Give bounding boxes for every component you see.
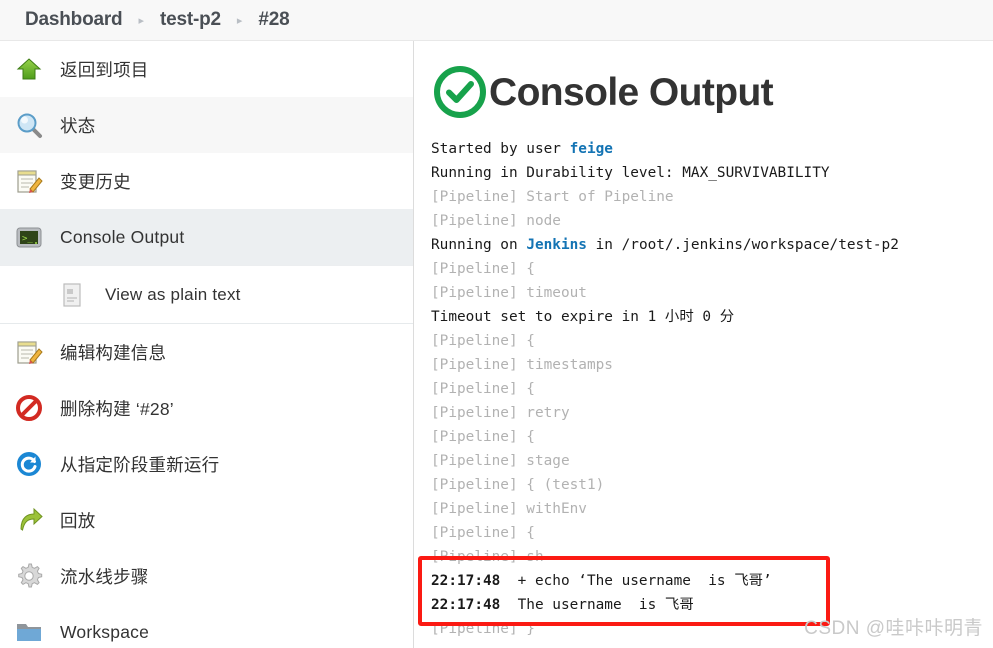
sidebar-item-label: Console Output xyxy=(60,226,185,247)
page-header: Console Output xyxy=(415,41,993,121)
sidebar-item-replay[interactable]: 回放 xyxy=(0,492,413,548)
breadcrumb: Dashboard ▸ test-p2 ▸ #28 xyxy=(0,0,993,41)
console-segment-plain: Running on xyxy=(431,237,527,253)
console-segment-dim: [Pipeline] { (test1) xyxy=(431,477,605,493)
console-segment-dim: [Pipeline] retry xyxy=(431,405,570,421)
svg-text:>_: >_ xyxy=(22,234,33,244)
console-line: [Pipeline] retry xyxy=(431,401,993,425)
console-segment-plain: Running in Durability level: MAX_SURVIVA… xyxy=(431,165,830,181)
console-line: [Pipeline] Start of Pipeline xyxy=(431,185,993,209)
terminal-icon: >_ xyxy=(14,222,44,252)
console-segment-ts: 22:17:48 xyxy=(431,597,501,613)
console-segment-plain: Timeout set to expire in 1 小时 0 分 xyxy=(431,309,735,325)
console-line: [Pipeline] timestamps xyxy=(431,353,993,377)
watermark-text: CSDN @哇咔咔明青 xyxy=(804,618,983,639)
console-segment-dim: [Pipeline] timestamps xyxy=(431,357,613,373)
page-root: Dashboard ▸ test-p2 ▸ #28 返回到项目 状态 变更历史 … xyxy=(0,0,993,648)
console-segment-plain: The username is 飞哥 xyxy=(500,597,694,613)
console-line: [Pipeline] { xyxy=(431,257,993,281)
sidebar-item-back-to-project[interactable]: 返回到项目 xyxy=(0,41,413,97)
console-line: [Pipeline] { (test1) xyxy=(431,473,993,497)
console-segment-dim: [Pipeline] { xyxy=(431,333,535,349)
main-content: Console Output Started by user feige Runn… xyxy=(415,41,993,648)
console-segment-link[interactable]: Jenkins xyxy=(526,237,587,253)
refresh-blue-icon xyxy=(14,449,44,479)
console-line: [Pipeline] withEnv xyxy=(431,497,993,521)
console-segment-ts: 22:17:48 xyxy=(431,573,501,589)
notepad-pencil-icon xyxy=(14,337,44,367)
breadcrumb-item-project[interactable]: test-p2 xyxy=(160,9,221,31)
sidebar-item-label: 编辑构建信息 xyxy=(60,342,167,363)
console-line: [Pipeline] timeout xyxy=(431,281,993,305)
up-arrow-green-icon xyxy=(14,54,44,84)
success-check-icon xyxy=(431,63,489,121)
console-segment-dim: [Pipeline] withEnv xyxy=(431,501,587,517)
breadcrumb-separator-icon: ▸ xyxy=(236,14,243,27)
sidebar-item-label: 返回到项目 xyxy=(60,59,149,80)
document-plain-icon xyxy=(57,280,87,310)
console-line: [Pipeline] { xyxy=(431,521,993,545)
sidebar: 返回到项目 状态 变更历史 >_ Console Output View as … xyxy=(0,41,414,648)
gear-icon xyxy=(14,561,44,591)
console-segment-dim: [Pipeline] { xyxy=(431,381,535,397)
sidebar-item-label: 删除构建 ‘#28’ xyxy=(60,398,174,419)
console-segment-plain: + echo ‘The username is 飞哥’ xyxy=(500,573,772,589)
sidebar-item-label: 从指定阶段重新运行 xyxy=(60,454,220,475)
magnifier-icon xyxy=(14,110,44,140)
console-line: [Pipeline] { xyxy=(431,377,993,401)
console-line: [Pipeline] stage xyxy=(431,449,993,473)
sidebar-item-label: View as plain text xyxy=(105,284,241,304)
sidebar-item-label: Workspace xyxy=(60,621,150,642)
sidebar-item-restart-from-stage[interactable]: 从指定阶段重新运行 xyxy=(0,436,413,492)
sidebar-subgroup-console: View as plain text xyxy=(0,265,413,324)
breadcrumb-item-build[interactable]: #28 xyxy=(258,9,289,31)
console-line: Running on Jenkins in /root/.jenkins/wor… xyxy=(431,233,993,257)
console-segment-dim: [Pipeline] } xyxy=(431,621,535,637)
sidebar-item-status[interactable]: 状态 xyxy=(0,97,413,153)
notepad-pencil-icon xyxy=(14,166,44,196)
breadcrumb-item-dashboard[interactable]: Dashboard xyxy=(25,9,123,31)
console-line: Running in Durability level: MAX_SURVIVA… xyxy=(431,161,993,185)
sidebar-item-delete-build[interactable]: 删除构建 ‘#28’ xyxy=(0,380,413,436)
console-line: [Pipeline] { xyxy=(431,425,993,449)
console-segment-plain: in /root/.jenkins/workspace/test-p2 xyxy=(586,237,899,253)
console-line: 22:17:48 + echo ‘The username is 飞哥’ xyxy=(431,569,993,593)
console-segment-dim: [Pipeline] stage xyxy=(431,453,570,469)
sidebar-item-view-as-plain-text[interactable]: View as plain text xyxy=(0,266,413,323)
console-segment-plain: Started by user xyxy=(431,141,570,157)
console-line: Started by user feige xyxy=(431,137,993,161)
console-line: [Pipeline] node xyxy=(431,209,993,233)
breadcrumb-separator-icon: ▸ xyxy=(138,14,144,27)
page-title: Console Output xyxy=(489,70,774,114)
console-segment-dim: [Pipeline] { xyxy=(431,525,535,541)
sidebar-item-change-history[interactable]: 变更历史 xyxy=(0,153,413,209)
no-entry-icon xyxy=(14,393,44,423)
console-segment-dim: [Pipeline] timeout xyxy=(431,285,587,301)
sidebar-item-label: 状态 xyxy=(60,115,96,136)
console-line: Timeout set to expire in 1 小时 0 分 xyxy=(431,305,993,329)
sidebar-item-workspace[interactable]: Workspace xyxy=(0,604,413,648)
console-output-log[interactable]: Started by user feige Running in Durabili… xyxy=(415,137,993,641)
replay-arrow-icon xyxy=(14,505,44,535)
sidebar-item-label: 变更历史 xyxy=(60,171,131,192)
console-segment-dim: [Pipeline] { xyxy=(431,261,535,277)
console-segment-dim: [Pipeline] node xyxy=(431,213,561,229)
sidebar-item-label: 流水线步骤 xyxy=(60,566,149,587)
sidebar-item-edit-build-information[interactable]: 编辑构建信息 xyxy=(0,324,413,380)
console-segment-dim: [Pipeline] { xyxy=(431,429,535,445)
sidebar-item-console-output[interactable]: >_ Console Output xyxy=(0,209,413,265)
console-segment-dim: [Pipeline] Start of Pipeline xyxy=(431,189,674,205)
console-line: [Pipeline] { xyxy=(431,329,993,353)
sidebar-item-label: 回放 xyxy=(60,510,96,531)
console-line: [Pipeline] sh xyxy=(431,545,993,569)
console-segment-dim: [Pipeline] sh xyxy=(431,549,544,565)
console-segment-link[interactable]: feige xyxy=(570,141,613,157)
sidebar-item-pipeline-steps[interactable]: 流水线步骤 xyxy=(0,548,413,604)
folder-icon xyxy=(14,617,44,647)
